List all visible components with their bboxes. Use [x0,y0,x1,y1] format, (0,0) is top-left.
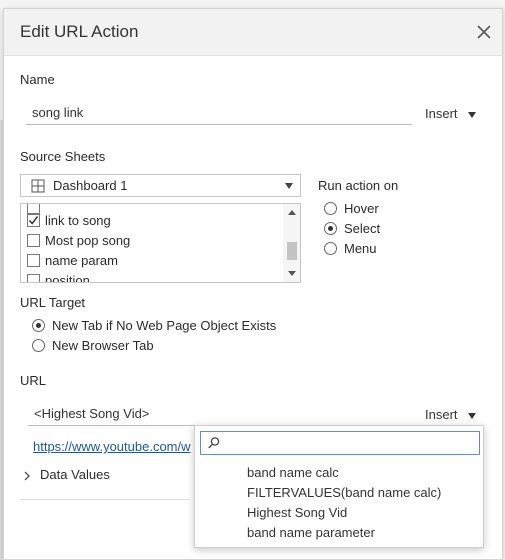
chevron-down-icon [285,183,293,189]
sheet-item-label: name param [45,253,118,268]
radio-label: New Tab if No Web Page Object Exists [52,318,277,333]
insert-dropdown-menu: band name calc FILTERVALUES(band name ca… [194,425,484,548]
insert-search-input[interactable] [200,431,480,455]
checkbox[interactable] [27,274,40,282]
radio-label: Select [344,221,381,236]
radio-label: Hover [344,201,379,216]
url-preview-link[interactable]: https://www.youtube.com/w [33,439,191,454]
radio-label: New Browser Tab [52,338,154,353]
radio-button-selected[interactable] [32,319,45,332]
radio-button-selected[interactable] [324,222,337,235]
close-icon [477,25,491,39]
scroll-up-icon[interactable] [288,210,296,215]
radio-label: Menu [344,241,377,256]
checkmark-icon [28,216,39,225]
checkbox[interactable] [27,234,40,247]
insert-label: Insert [425,407,458,422]
url-insert-button[interactable]: Insert [425,407,476,422]
radio-button[interactable] [324,202,337,215]
radio-button[interactable] [324,242,337,255]
chevron-down-icon [467,412,476,419]
checkbox[interactable] [27,204,40,214]
insert-menu-item[interactable]: band name calc [247,465,339,480]
dashboard-icon [31,179,45,193]
sheet-listbox[interactable]: link to song Most pop song name param po… [20,203,301,283]
sheet-item-label: link to song [45,213,111,228]
dialog-header: Edit URL Action [4,9,502,56]
sheet-item-label: Most pop song [45,233,131,248]
checkbox[interactable] [27,254,40,267]
sheet-item-label: position [45,273,90,283]
chevron-down-icon [467,111,476,118]
checkbox-checked[interactable] [27,214,40,227]
close-button[interactable] [474,22,494,42]
chevron-right-icon [24,471,30,481]
source-sheet-value: Dashboard 1 [53,178,128,193]
url-label: URL [20,373,47,388]
scroll-thumb[interactable] [287,242,297,260]
source-sheets-label: Source Sheets [20,149,106,164]
insert-label: Insert [425,106,458,121]
radio-button[interactable] [32,339,45,352]
data-values-label: Data Values [40,467,110,482]
url-input[interactable]: <Highest Song Vid> [28,402,412,426]
url-target-label: URL Target [20,295,86,310]
run-action-label: Run action on [318,178,399,193]
name-insert-button[interactable]: Insert [425,106,476,121]
name-input[interactable]: song link [26,101,412,125]
insert-menu-item[interactable]: band name parameter [247,525,375,540]
source-sheet-dropdown[interactable]: Dashboard 1 [20,174,301,197]
name-label: Name [20,72,55,87]
dialog-title: Edit URL Action [20,22,139,41]
divider [20,499,190,500]
scroll-down-icon[interactable] [288,271,296,276]
search-icon [208,437,220,449]
insert-menu-item[interactable]: Highest Song Vid [247,505,347,520]
listbox-scrollbar[interactable] [283,204,300,282]
insert-menu-item[interactable]: FILTERVALUES(band name calc) [247,485,441,500]
